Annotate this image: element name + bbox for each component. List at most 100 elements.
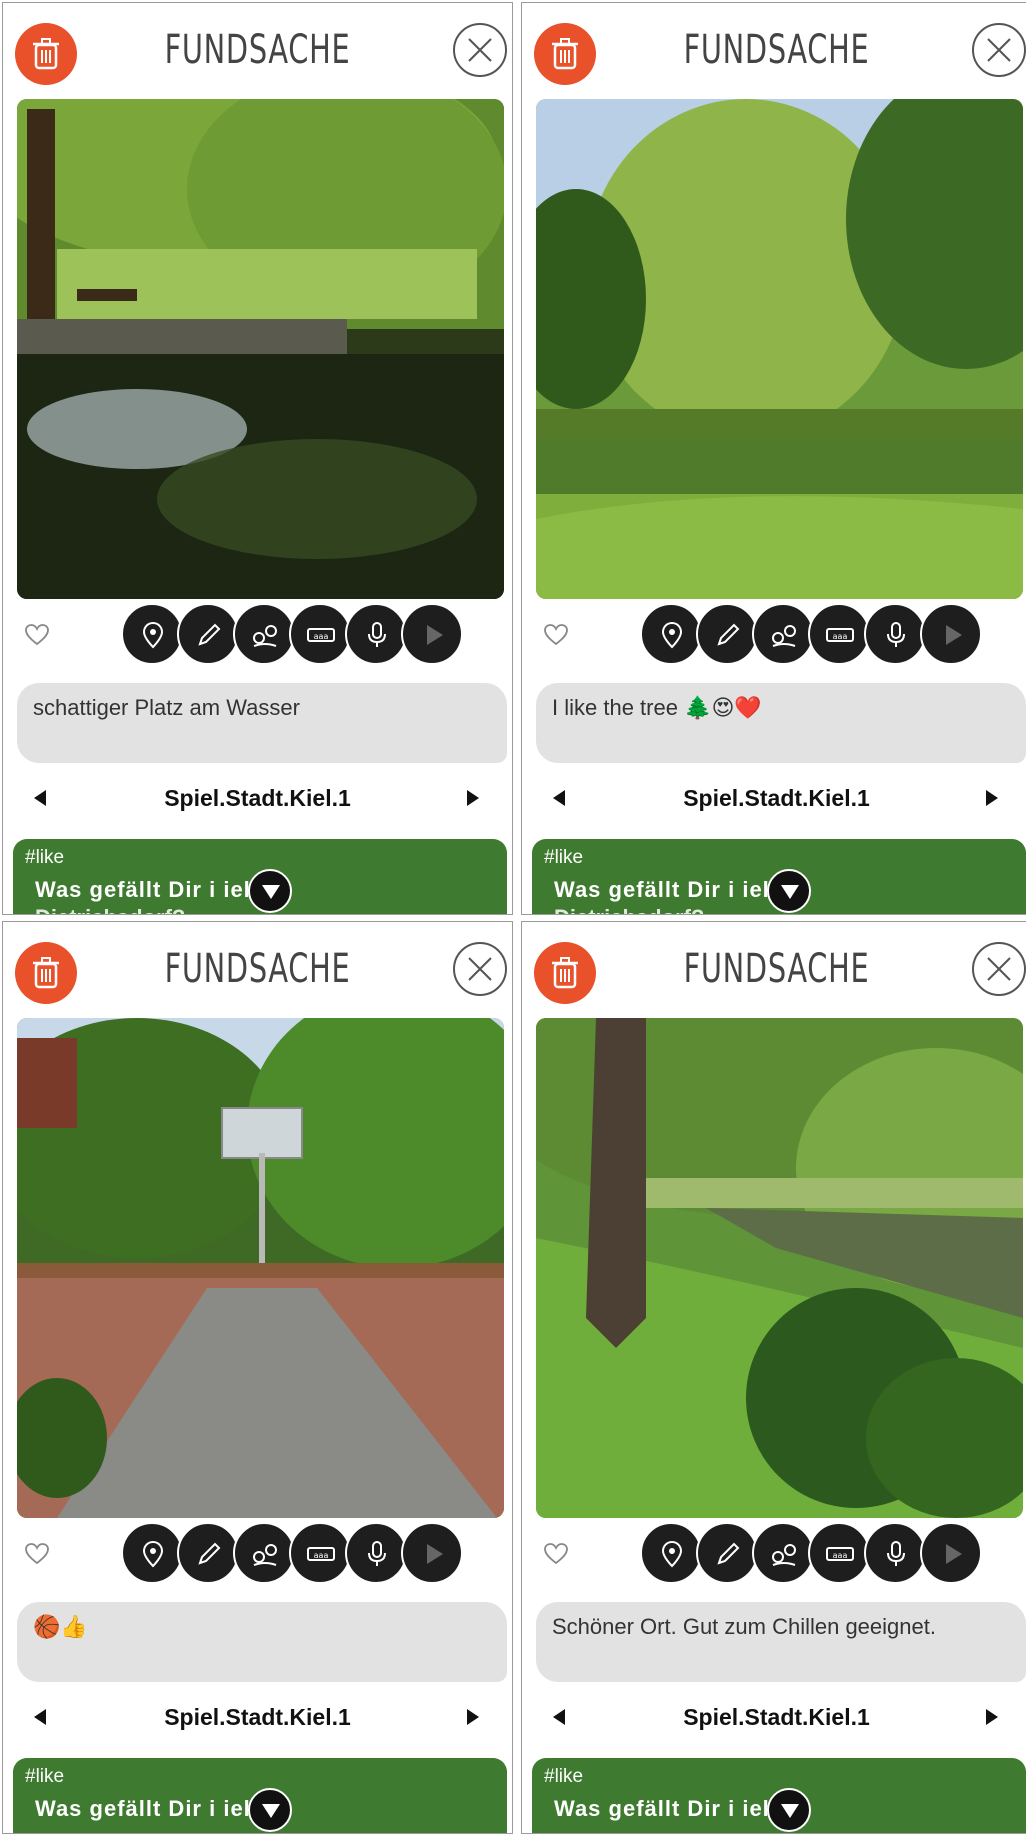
topic-question: Was gefällt Dir i iel- — [35, 877, 260, 902]
location-label: Spiel.Stadt.Kiel.1 — [164, 1704, 351, 1730]
arrow-right-icon[interactable] — [466, 1708, 480, 1726]
location-button[interactable] — [121, 1522, 183, 1584]
page-title: FUNDSACHE — [164, 946, 351, 992]
photo-basketball-court — [17, 1018, 504, 1518]
delete-button[interactable] — [534, 942, 596, 1004]
location-label: Spiel.Stadt.Kiel.1 — [164, 785, 351, 811]
route-button[interactable] — [752, 1522, 814, 1584]
heart-icon — [25, 1543, 49, 1565]
comment-field[interactable]: I like the tree 🌲😍❤️ — [536, 683, 1026, 763]
text-button[interactable]: aaa — [808, 1522, 870, 1584]
like-button[interactable] — [544, 1543, 568, 1570]
fundsache-card: FUNDSACHE — [521, 921, 1026, 1834]
location-switcher: Spiel.Stadt.Kiel.1 — [522, 1700, 1026, 1740]
card-header: FUNDSACHE — [3, 922, 512, 1017]
text-button[interactable]: aaa — [289, 1522, 351, 1584]
page-title: FUNDSACHE — [683, 946, 870, 992]
expand-button[interactable] — [767, 869, 811, 913]
fundsache-card: FUNDSACHE — [521, 2, 1026, 915]
delete-button[interactable] — [534, 23, 596, 85]
photo-park-pond — [17, 99, 504, 599]
play-button[interactable] — [920, 603, 982, 665]
card-header: FUNDSACHE — [522, 922, 1026, 1017]
edit-button[interactable] — [177, 1522, 239, 1584]
location-switcher: Spiel.Stadt.Kiel.1 — [3, 781, 512, 821]
edit-button[interactable] — [696, 603, 758, 665]
audio-button[interactable] — [864, 1522, 926, 1584]
microphone-icon — [368, 1541, 386, 1566]
pencil-icon — [717, 623, 740, 646]
play-button[interactable] — [401, 603, 463, 665]
keyboard-icon: aaa — [307, 1547, 335, 1561]
like-button[interactable] — [25, 1543, 49, 1570]
like-button[interactable] — [544, 624, 568, 651]
delete-button[interactable] — [15, 942, 77, 1004]
keyboard-icon: aaa — [826, 628, 854, 642]
play-icon — [946, 1544, 962, 1564]
expand-button[interactable] — [248, 869, 292, 913]
expand-button[interactable] — [767, 1788, 811, 1832]
close-button[interactable] — [453, 942, 507, 996]
map-route-icon — [253, 625, 277, 647]
topic-tag: #like — [544, 1766, 584, 1787]
text-button[interactable]: aaa — [808, 603, 870, 665]
close-button[interactable] — [453, 23, 507, 77]
close-icon — [468, 957, 492, 981]
route-button[interactable] — [233, 1522, 295, 1584]
location-button[interactable] — [121, 603, 183, 665]
svg-text:aaa: aaa — [833, 632, 848, 641]
comment-field[interactable]: schattiger Platz am Wasser — [17, 683, 507, 763]
close-icon — [987, 957, 1011, 981]
like-button[interactable] — [25, 624, 49, 651]
audio-button[interactable] — [864, 603, 926, 665]
route-button[interactable] — [752, 603, 814, 665]
heart-icon — [544, 624, 568, 646]
svg-text:aaa: aaa — [314, 1551, 329, 1560]
topic-question: Was gefällt Dir i iel- — [35, 1796, 260, 1821]
microphone-icon — [887, 1541, 905, 1566]
location-pin-icon — [661, 1540, 683, 1568]
close-button[interactable] — [972, 942, 1026, 996]
fundsache-card: FUNDSACHE — [2, 2, 513, 915]
edit-button[interactable] — [696, 1522, 758, 1584]
action-toolbar: aaa — [640, 1522, 1026, 1584]
topic-tag: #like — [25, 1766, 65, 1787]
topic-question: Was gefällt Dir i iel- — [554, 1796, 779, 1821]
expand-button[interactable] — [248, 1788, 292, 1832]
location-button[interactable] — [640, 1522, 702, 1584]
audio-button[interactable] — [345, 603, 407, 665]
trash-icon — [552, 38, 578, 70]
play-icon — [946, 625, 962, 645]
edit-button[interactable] — [177, 603, 239, 665]
card-header: FUNDSACHE — [3, 3, 512, 98]
microphone-icon — [887, 622, 905, 647]
chevron-down-icon — [781, 1804, 799, 1818]
screenshot-grid: FUNDSACHE aaa schattiger Platz am Wasser… — [0, 0, 1026, 1834]
route-button[interactable] — [233, 603, 295, 665]
location-button[interactable] — [640, 603, 702, 665]
close-icon — [468, 38, 492, 62]
play-icon — [427, 625, 443, 645]
audio-button[interactable] — [345, 1522, 407, 1584]
play-button[interactable] — [920, 1522, 982, 1584]
action-toolbar: aaa — [640, 603, 1026, 665]
location-label: Spiel.Stadt.Kiel.1 — [683, 785, 870, 811]
close-icon — [987, 38, 1011, 62]
chevron-down-icon — [262, 885, 280, 899]
location-switcher: Spiel.Stadt.Kiel.1 — [522, 781, 1026, 821]
location-pin-icon — [142, 1540, 164, 1568]
microphone-icon — [368, 622, 386, 647]
arrow-right-icon[interactable] — [985, 1708, 999, 1726]
play-button[interactable] — [401, 1522, 463, 1584]
topic-tag: #like — [25, 847, 65, 868]
comment-field[interactable]: 🏀👍 — [17, 1602, 507, 1682]
keyboard-icon: aaa — [307, 628, 335, 642]
arrow-right-icon[interactable] — [985, 789, 999, 807]
text-button[interactable]: aaa — [289, 603, 351, 665]
delete-button[interactable] — [15, 23, 77, 85]
comment-field[interactable]: Schöner Ort. Gut zum Chillen geeignet. — [536, 1602, 1026, 1682]
arrow-right-icon[interactable] — [466, 789, 480, 807]
card-header: FUNDSACHE — [522, 3, 1026, 98]
play-icon — [427, 1544, 443, 1564]
close-button[interactable] — [972, 23, 1026, 77]
